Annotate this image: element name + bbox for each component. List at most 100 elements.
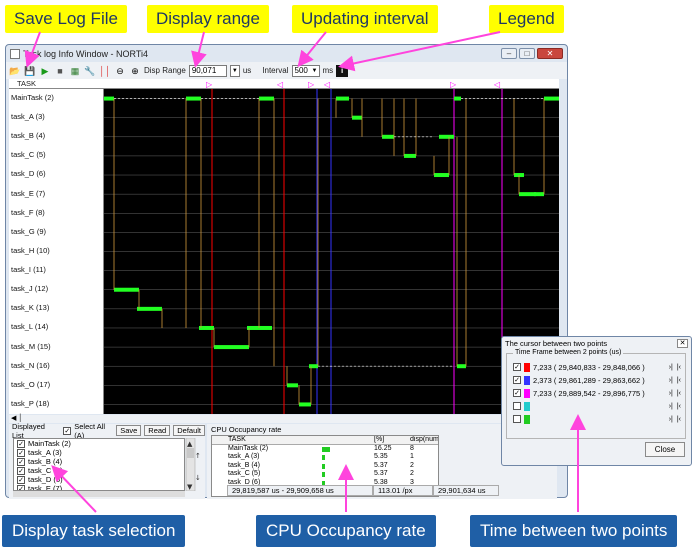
cursor-dialog-close-button[interactable]: Close xyxy=(645,442,685,457)
select-all-checkbox[interactable]: ✓ xyxy=(63,426,72,435)
status-scale: 113.01 /px xyxy=(373,485,433,496)
default-list-button[interactable]: Default xyxy=(173,425,205,436)
cpu-table-row[interactable]: task_A (3) 5.35 1 xyxy=(212,453,438,462)
cpu-occupancy-bar xyxy=(322,446,331,452)
cursor-jump-left-icon[interactable]: |‹ xyxy=(677,377,681,384)
displayed-list-checkbox[interactable]: ✓ xyxy=(17,457,25,466)
cursor-timeframe-row: ›| |‹ xyxy=(513,414,681,424)
cursor-jump-right-icon[interactable]: ›| xyxy=(669,377,673,384)
disp-range-unit: us xyxy=(242,66,252,75)
cursor-color-swatch[interactable] xyxy=(524,388,530,398)
window-controls: – □ ✕ xyxy=(501,48,563,59)
task-run-segment xyxy=(137,306,162,311)
cursor-row-nav: ›| |‹ xyxy=(669,377,681,384)
task-run-segment xyxy=(439,134,454,139)
svg-text:↓: ↓ xyxy=(195,474,201,482)
cursor-dialog-close-icon[interactable]: ✕ xyxy=(677,339,688,348)
cursor-jump-left-icon[interactable]: |‹ xyxy=(677,364,681,371)
save-log-icon[interactable]: 💾 xyxy=(24,65,36,77)
cpu-task-pct: 5.35 xyxy=(374,453,388,460)
displayed-list-item[interactable]: ✓ task_C (5) xyxy=(14,466,184,475)
cursor-marker-blue-left[interactable]: ▷ xyxy=(308,80,315,89)
cursor-jump-left-icon[interactable]: |‹ xyxy=(677,390,681,397)
cursor-row-checkbox[interactable]: ✓ xyxy=(513,389,521,397)
cpu-table-row[interactable]: task_B (4) 5.37 2 xyxy=(212,462,438,471)
cursor-marker-red-left[interactable]: ▷ xyxy=(206,80,213,89)
cursor-jump-right-icon[interactable]: ›| xyxy=(669,390,673,397)
play-icon[interactable]: ▶ xyxy=(39,65,51,77)
cursor-color-swatch[interactable] xyxy=(524,414,530,424)
cursor-row-nav: ›| |‹ xyxy=(669,403,681,410)
displayed-list-checkbox[interactable]: ✓ xyxy=(17,475,25,484)
read-list-button[interactable]: Read xyxy=(144,425,171,436)
cursor-color-swatch[interactable] xyxy=(524,401,530,411)
cpu-table-header: TASK [%] disp(num) xyxy=(212,436,438,445)
cursor-jump-left-icon[interactable]: |‹ xyxy=(677,403,681,410)
cursor-marker-red-right[interactable]: ◁ xyxy=(276,80,283,89)
displayed-list-item[interactable]: ✓ task_D (6) xyxy=(14,475,184,484)
cursor-row-checkbox[interactable] xyxy=(513,402,521,410)
disp-range-dropdown[interactable] xyxy=(229,64,240,77)
displayed-list-checkbox[interactable]: ✓ xyxy=(17,448,25,457)
callout-save-log-file: Save Log File xyxy=(5,5,127,33)
minimize-button[interactable]: – xyxy=(501,48,517,59)
select-all-label: Select All (A) xyxy=(74,421,106,440)
cpu-task-name: MainTask (2) xyxy=(228,444,269,452)
task-run-segment xyxy=(259,96,274,101)
cpu-table-row[interactable]: MainTask (2) 16.25 8 xyxy=(212,445,438,454)
wrench-icon[interactable]: 🔧 xyxy=(84,65,96,77)
cursor-row-checkbox[interactable] xyxy=(513,415,521,423)
save-list-button[interactable]: Save xyxy=(116,425,142,436)
displayed-list-item[interactable]: ✓ MainTask (2) xyxy=(14,439,184,448)
cursor-jump-right-icon[interactable]: ›| xyxy=(669,403,673,410)
displayed-list-item[interactable]: ✓ task_A (3) xyxy=(14,448,184,457)
callout-display-task-selection: Display task selection xyxy=(2,515,186,547)
cursor-row-nav: ›| |‹ xyxy=(669,390,681,397)
status-bar: 29,819,587 us - 29,909,658 us 113.01 /px… xyxy=(9,485,565,496)
task-run-segment xyxy=(299,402,311,407)
status-range: 29,819,587 us - 29,909,658 us xyxy=(227,485,373,496)
displayed-list-header: Displayed List ✓ Select All (A) Save Rea… xyxy=(9,421,205,440)
chart-icon[interactable]: ▦ xyxy=(69,65,81,77)
cursor-marker-magenta-right[interactable]: ◁ xyxy=(493,80,500,89)
cursor-jump-left-icon[interactable]: |‹ xyxy=(677,416,681,423)
displayed-list-checkbox[interactable]: ✓ xyxy=(17,439,25,448)
svg-text:▲: ▲ xyxy=(187,440,193,448)
cpu-task-disp: 1 xyxy=(410,453,414,460)
cpu-task-disp: 2 xyxy=(410,461,414,469)
cursor-row-checkbox[interactable]: ✓ xyxy=(513,363,521,371)
cursor-jump-right-icon[interactable]: ›| xyxy=(669,364,673,371)
legend-icon[interactable]: i xyxy=(336,64,349,77)
maximize-button[interactable]: □ xyxy=(519,48,535,59)
cursor-marker-blue-right[interactable]: ◁ xyxy=(323,80,330,89)
displayed-list-checkbox[interactable]: ✓ xyxy=(17,466,25,475)
interval-select[interactable]: 500 xyxy=(291,64,320,77)
displayed-task-list[interactable]: ✓ MainTask (2) ✓ task_A (3) ✓ task_B (4) ✓ task… xyxy=(13,438,185,491)
timeline-task-label: task_L (14) xyxy=(11,322,49,332)
cursor-jump-right-icon[interactable]: ›| xyxy=(669,416,673,423)
close-button[interactable]: ✕ xyxy=(537,48,563,59)
timeline-plot[interactable] xyxy=(104,89,559,414)
cursor-color-swatch[interactable] xyxy=(524,362,530,372)
cursor-markers-icon[interactable]: ││ xyxy=(99,65,111,77)
timeline-task-label: task_H (10) xyxy=(11,245,50,255)
displayed-list-vscroll[interactable]: ▲ ▼ ↑ ↓ xyxy=(185,437,201,492)
cursor-marker-magenta-left[interactable]: ▷ xyxy=(450,80,457,89)
stop-icon[interactable]: ■ xyxy=(54,65,66,77)
disp-range-label: Disp Range xyxy=(144,66,186,75)
zoom-out-icon[interactable]: ⊖ xyxy=(114,65,126,77)
cursor-timeframe-value: 7,233 ( 29,840,833 - 29,848,066 ) xyxy=(533,362,645,372)
task-run-segment xyxy=(114,287,139,292)
cursor-timeframe-row: ›| |‹ xyxy=(513,401,681,411)
displayed-list-item-label: task_C (5) xyxy=(28,466,63,475)
cursor-color-swatch[interactable] xyxy=(524,375,530,385)
zoom-in-icon[interactable]: ⊕ xyxy=(129,65,141,77)
interval-unit: ms xyxy=(322,66,334,75)
cpu-table-row[interactable]: task_C (5) 5.37 2 xyxy=(212,470,438,479)
displayed-list-item[interactable]: ✓ task_B (4) xyxy=(14,457,184,466)
timeline-task-names: MainTask (2) task_A (3) task_B (4) task_C (… xyxy=(9,89,104,414)
cursor-row-checkbox[interactable]: ✓ xyxy=(513,376,521,384)
timeline-task-label: task_C (5) xyxy=(11,150,46,160)
open-folder-icon[interactable]: 📂 xyxy=(9,65,21,77)
disp-range-input[interactable]: 90,071 xyxy=(188,64,227,77)
